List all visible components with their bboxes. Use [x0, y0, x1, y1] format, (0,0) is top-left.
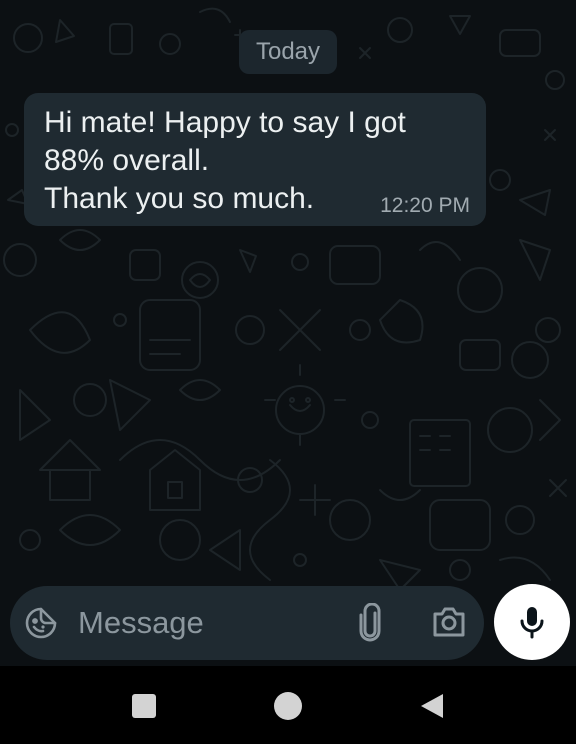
sticker-icon[interactable]: [24, 606, 58, 640]
message-input[interactable]: Message: [78, 604, 204, 642]
back-triangle-icon[interactable]: [419, 692, 445, 720]
message-text-line: Hi mate! Happy to say I got: [44, 106, 406, 139]
home-circle-icon[interactable]: [274, 692, 302, 720]
message-text-line: 88% overall.: [44, 144, 210, 177]
paperclip-icon[interactable]: [355, 602, 385, 643]
date-divider: Today: [239, 30, 337, 74]
message-timestamp: 12:20 PM: [380, 194, 470, 217]
microphone-button[interactable]: [494, 584, 570, 660]
recents-square-icon[interactable]: [132, 694, 156, 718]
message-bubble-incoming[interactable]: Hi mate! Happy to say I got 88% overall.…: [24, 93, 486, 226]
camera-icon[interactable]: [431, 605, 467, 639]
message-composer[interactable]: Message: [10, 586, 484, 660]
system-navigation-bar: [0, 666, 576, 744]
whatsapp-chat-screen: Today Hi mate! Happy to say I got 88% ov…: [0, 0, 576, 744]
chat-area[interactable]: Today Hi mate! Happy to say I got 88% ov…: [0, 0, 576, 666]
microphone-icon: [520, 607, 544, 639]
